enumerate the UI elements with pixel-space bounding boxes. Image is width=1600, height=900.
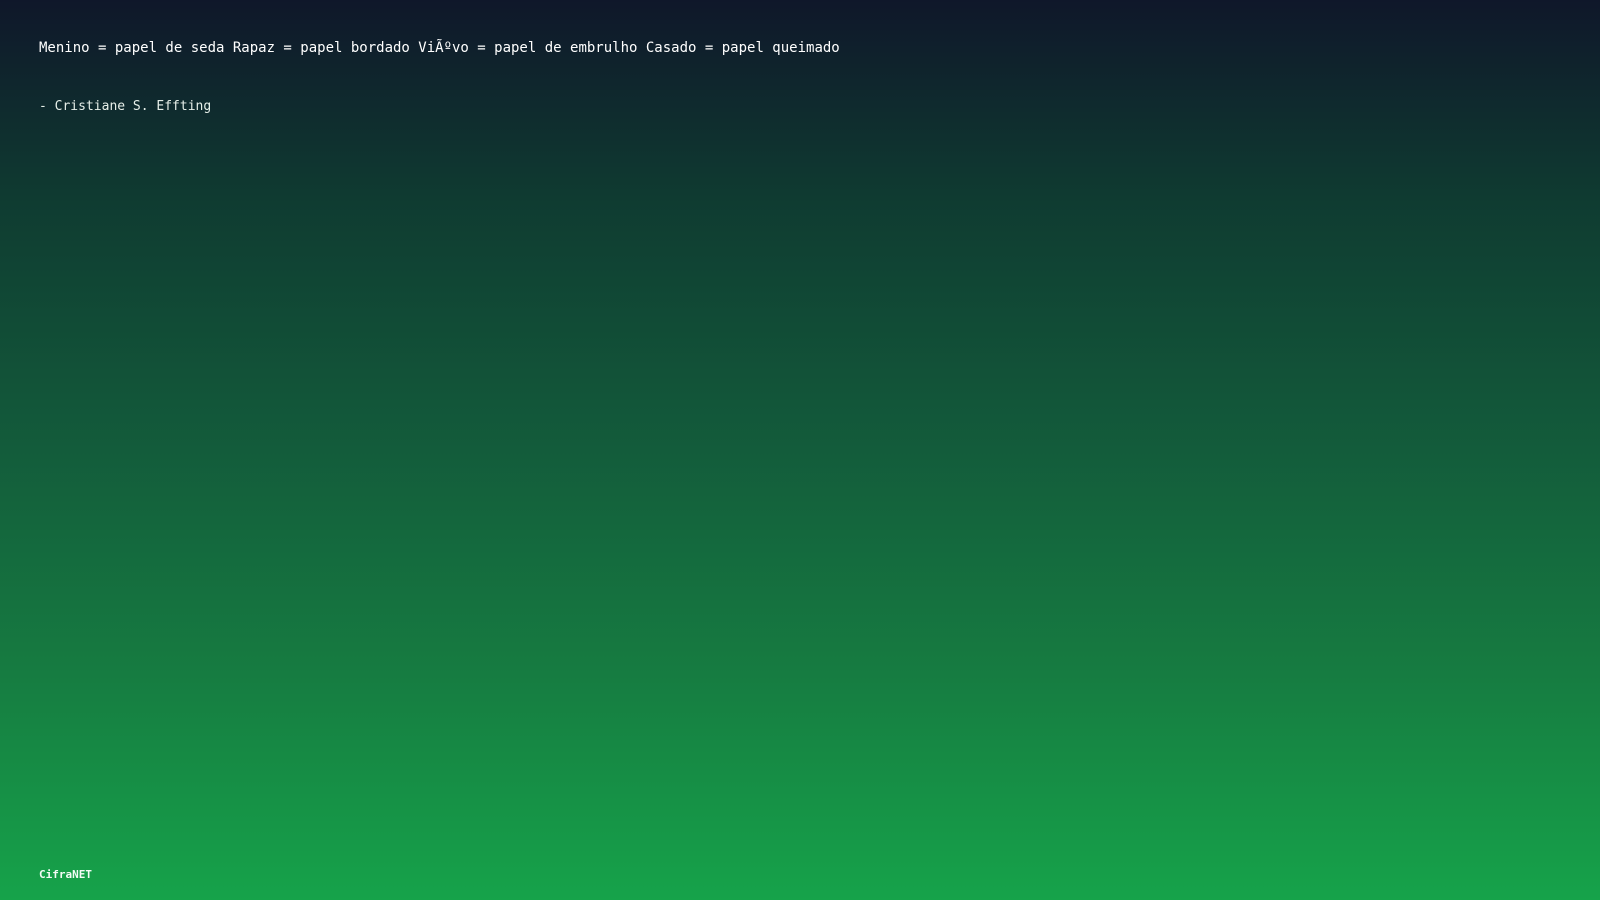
quote-author: - Cristiane S. Effting bbox=[39, 99, 212, 114]
quote-text: Menino = papel de seda Rapaz = papel bor… bbox=[39, 40, 840, 56]
brand-name: CifraNET bbox=[39, 868, 92, 881]
